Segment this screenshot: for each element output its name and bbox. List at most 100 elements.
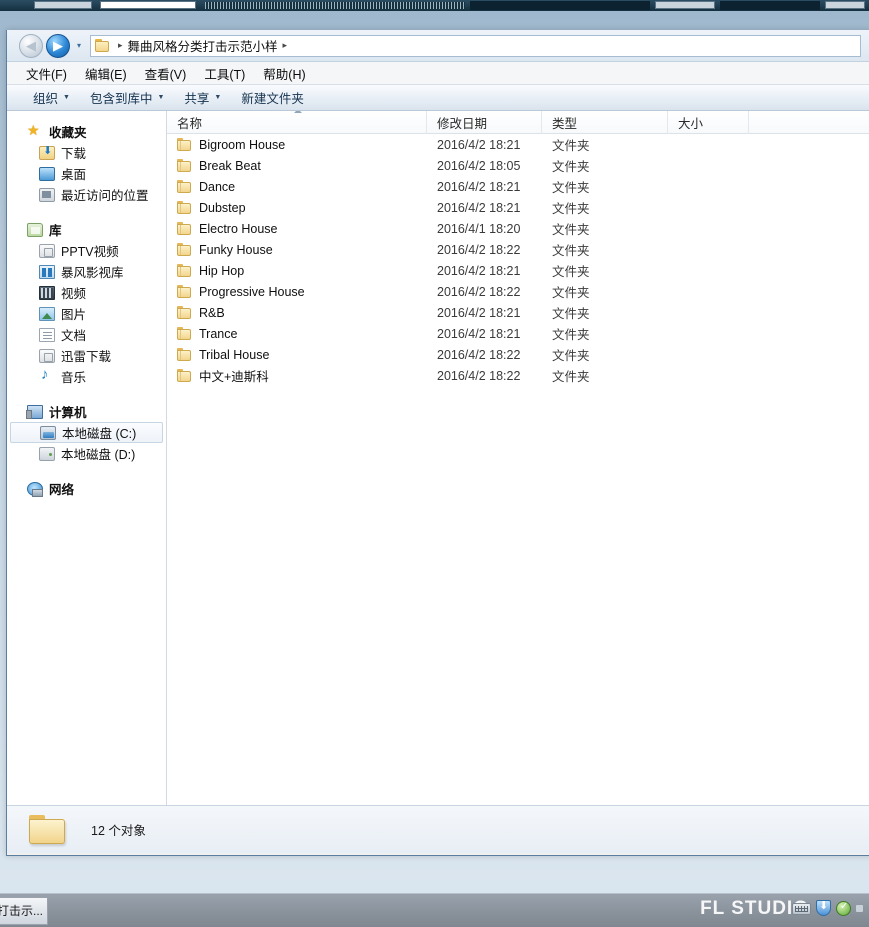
pptv-video-icon [39, 243, 55, 258]
sidebar-item-pictures[interactable]: 图片 [7, 303, 166, 324]
toolbar: 组织 ▼ 包含到库中 ▼ 共享 ▼ 新建文件夹 [7, 85, 869, 111]
folder-large-icon [29, 814, 69, 846]
cell-date: 2016/4/2 18:21 [437, 326, 521, 341]
download-folder-icon [39, 144, 55, 160]
sort-ascending-icon [294, 111, 302, 113]
table-row[interactable]: Break Beat 2016/4/2 18:05 文件夹 [167, 155, 869, 176]
sidebar-item-pptv-video[interactable]: PPTV视频 [7, 240, 166, 261]
cell-type: 文件夹 [552, 181, 590, 195]
table-row[interactable]: Funky House 2016/4/2 18:22 文件夹 [167, 239, 869, 260]
column-header-name[interactable]: 名称 [167, 111, 427, 134]
sidebar-item-thunder-download[interactable]: 迅雷下载 [7, 345, 166, 366]
file-name: Trance [199, 326, 238, 341]
sidebar-item-local-disk-c[interactable]: 本地磁盘 (C:) [10, 422, 163, 443]
sidebar-item-network[interactable]: 网络 [7, 478, 166, 499]
nav-group-favorites: 收藏夹 下载 桌面 最近访问的位置 [7, 121, 166, 205]
sidebar-item-favorites[interactable]: 收藏夹 [7, 121, 166, 142]
include-in-library-button[interactable]: 包含到库中 ▼ [80, 86, 174, 109]
nav-group-libraries: 库 PPTV视频 暴风影视库 视频 图片 文档 迅雷下载 ♪ 音乐 [7, 219, 166, 387]
folder-icon [177, 222, 192, 235]
sidebar-item-recent-places[interactable]: 最近访问的位置 [7, 184, 166, 205]
taskbar-button-explorer[interactable]: 打击示... [0, 896, 48, 925]
file-name: 中文+迪斯科 [199, 370, 269, 384]
sidebar-item-music[interactable]: 音乐 [7, 366, 166, 387]
keyboard-layout-icon[interactable] [792, 903, 811, 915]
nav-group-network: 网络 [7, 478, 166, 499]
folder-icon [177, 306, 192, 319]
green-check-icon[interactable] [836, 900, 851, 916]
table-row[interactable]: 中文+迪斯科 2016/4/2 18:22 文件夹 [167, 365, 869, 386]
sidebar-item-baofeng-library[interactable]: 暴风影视库 [7, 261, 166, 282]
new-folder-button[interactable]: 新建文件夹 [231, 86, 314, 109]
table-row[interactable]: Dance 2016/4/2 18:21 文件夹 [167, 176, 869, 197]
folder-icon [177, 180, 192, 193]
column-header-row: 名称 修改日期 类型 大小 [167, 111, 869, 134]
star-icon [27, 122, 43, 139]
table-row[interactable]: Bigroom House 2016/4/2 18:21 文件夹 [167, 134, 869, 155]
cell-name: Break Beat [167, 159, 427, 173]
column-header-type[interactable]: 类型 [542, 111, 668, 134]
table-row[interactable]: R&B 2016/4/2 18:21 文件夹 [167, 302, 869, 323]
table-row[interactable]: Electro House 2016/4/1 18:20 文件夹 [167, 218, 869, 239]
table-row[interactable]: Progressive House 2016/4/2 18:22 文件夹 [167, 281, 869, 302]
cell-date: 2016/4/2 18:22 [437, 242, 521, 257]
cell-date: 2016/4/2 18:22 [437, 284, 521, 299]
menu-tools[interactable]: 工具(T) [195, 62, 254, 85]
video-icon [39, 285, 55, 300]
tray-overflow-icon[interactable] [856, 904, 863, 912]
hard-disk-d-icon [39, 446, 55, 461]
column-header-size[interactable]: 大小 [668, 111, 749, 134]
file-name: Tribal House [199, 347, 270, 362]
table-row[interactable]: Tribal House 2016/4/2 18:22 文件夹 [167, 344, 869, 365]
file-name: R&B [199, 305, 225, 320]
menu-edit[interactable]: 编辑(E) [76, 62, 136, 85]
cell-name: R&B [167, 306, 427, 320]
table-row[interactable]: Trance 2016/4/2 18:21 文件夹 [167, 323, 869, 344]
sidebar-item-libraries[interactable]: 库 [7, 219, 166, 240]
cell-type: 文件夹 [552, 328, 590, 342]
folder-icon [95, 39, 111, 52]
status-bar: 12 个对象 [7, 805, 869, 853]
menu-view[interactable]: 查看(V) [136, 62, 196, 85]
nav-group-computer: 计算机 本地磁盘 (C:) 本地磁盘 (D:) [7, 401, 166, 464]
hard-disk-c-icon [40, 425, 56, 440]
folder-icon [177, 369, 192, 382]
sidebar-item-documents[interactable]: 文档 [7, 324, 166, 345]
folder-icon [177, 138, 192, 151]
cell-name: Hip Hop [167, 264, 427, 278]
breadcrumb[interactable]: ▸ 舞曲风格分类打击示范小样 ▸ [90, 34, 861, 57]
menu-help[interactable]: 帮助(H) [254, 62, 314, 85]
cell-name: Tribal House [167, 348, 427, 362]
sidebar-item-desktop[interactable]: 桌面 [7, 163, 166, 184]
shield-update-icon[interactable] [816, 899, 831, 916]
table-row[interactable]: Hip Hop 2016/4/2 18:21 文件夹 [167, 260, 869, 281]
sidebar-item-computer[interactable]: 计算机 [7, 401, 166, 422]
history-dropdown-icon[interactable]: ▾ [72, 34, 86, 58]
cell-name: Dance [167, 180, 427, 194]
breadcrumb-path-segment[interactable]: 舞曲风格分类打击示范小样 [128, 36, 278, 55]
folder-icon [177, 285, 192, 298]
file-list-pane: 名称 修改日期 类型 大小 Bigroom House 2016/4/2 18:2… [167, 111, 869, 805]
share-button[interactable]: 共享 ▼ [174, 86, 231, 109]
desktop-icon [39, 166, 55, 181]
table-row[interactable]: Dubstep 2016/4/2 18:21 文件夹 [167, 197, 869, 218]
cell-name: 中文+迪斯科 [167, 366, 427, 385]
column-header-date[interactable]: 修改日期 [427, 111, 542, 134]
sidebar-item-video[interactable]: 视频 [7, 282, 166, 303]
sidebar-item-downloads[interactable]: 下载 [7, 142, 166, 163]
file-name: Funky House [199, 242, 273, 257]
cell-type: 文件夹 [552, 370, 590, 384]
cell-name: Bigroom House [167, 138, 427, 152]
forward-arrow-icon[interactable]: ▶ [46, 33, 70, 58]
sidebar-item-local-disk-d[interactable]: 本地磁盘 (D:) [7, 443, 166, 464]
status-item-count: 12 个对象 [91, 824, 146, 838]
file-name: Bigroom House [199, 137, 286, 152]
folder-icon [177, 201, 192, 214]
system-tray [792, 899, 863, 916]
organize-button[interactable]: 组织 ▼ [23, 86, 80, 109]
folder-icon [177, 348, 192, 361]
menu-file[interactable]: 文件(F) [17, 62, 76, 85]
breadcrumb-separator-end-icon[interactable]: ▸ [278, 40, 293, 51]
breadcrumb-separator-icon[interactable]: ▸ [113, 40, 128, 51]
back-arrow-icon[interactable]: ◀ [19, 33, 43, 58]
